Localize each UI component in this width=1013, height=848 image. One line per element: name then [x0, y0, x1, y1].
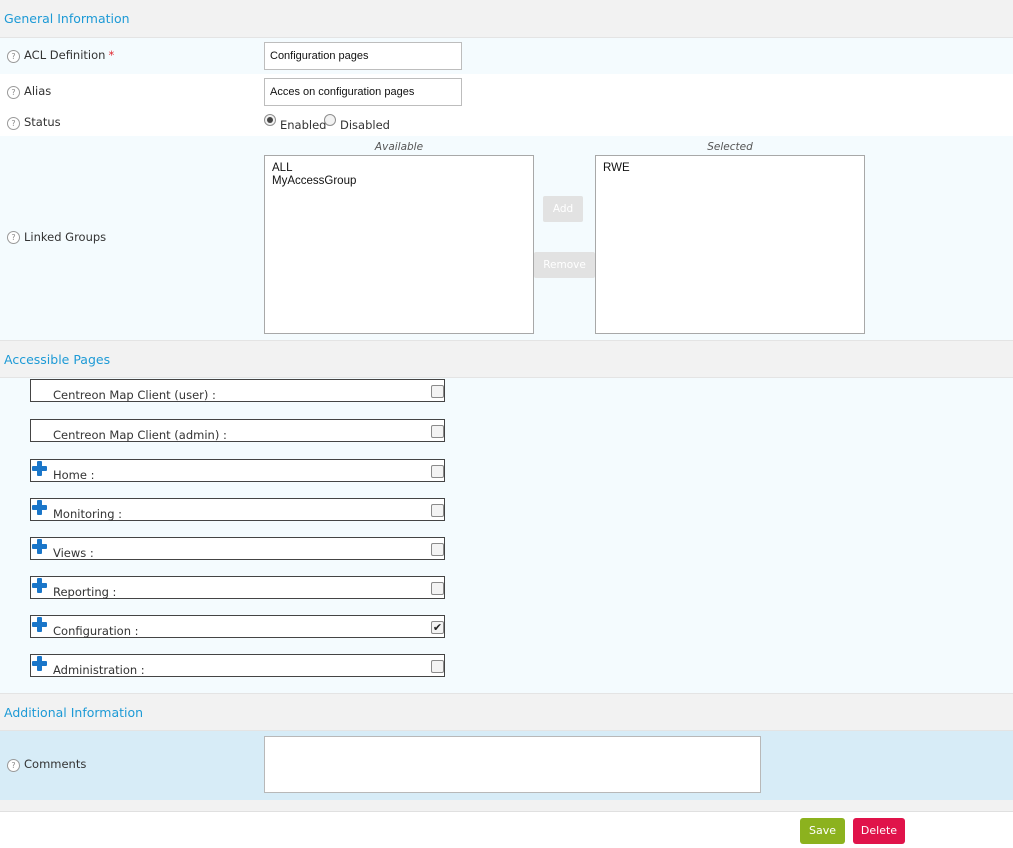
selected-groups-list[interactable]: RWE [595, 155, 865, 334]
section-title: General Information [4, 11, 130, 26]
status-enabled-label[interactable]: Enabled [280, 118, 326, 132]
section-title: Accessible Pages [4, 352, 111, 367]
page-checkbox[interactable] [431, 504, 444, 517]
page-checkbox[interactable] [431, 465, 444, 478]
page-item-monitoring: Monitoring : [30, 498, 445, 521]
page-checkbox[interactable] [431, 660, 444, 673]
list-item[interactable]: ALL [272, 162, 533, 175]
section-accessible-pages: Accessible Pages [0, 340, 1013, 378]
page-checkbox[interactable] [431, 425, 444, 438]
acl-definition-input[interactable] [264, 42, 462, 70]
comments-textarea[interactable] [264, 736, 761, 793]
help-icon[interactable]: ? [7, 86, 20, 99]
status-enabled-radio[interactable] [264, 114, 276, 126]
comments-label: Comments [24, 757, 87, 771]
page-item-centreon-map-client-admin: Centreon Map Client (admin) : [30, 419, 445, 442]
acl-definition-label-text: ACL Definition [24, 48, 106, 62]
page-checkbox[interactable] [431, 582, 444, 595]
status-disabled-radio[interactable] [324, 114, 336, 126]
footer-divider [0, 800, 1013, 812]
page-name: Reporting : [53, 585, 117, 599]
linked-groups-label: Linked Groups [24, 230, 107, 244]
plus-bar [37, 539, 42, 554]
help-icon[interactable]: ? [7, 231, 20, 244]
section-title: Additional Information [4, 705, 144, 720]
page-name: Configuration : [53, 624, 139, 638]
plus-bar [37, 500, 42, 515]
list-item[interactable]: RWE [603, 162, 864, 175]
page-item-centreon-map-client-user: Centreon Map Client (user) : [30, 379, 445, 402]
status-label: Status [24, 115, 61, 129]
expand-plus-icon[interactable] [32, 617, 47, 632]
acl-definition-row: ? ACL Definition * [0, 38, 1013, 74]
delete-button[interactable]: Delete [853, 818, 905, 844]
page-name: Centreon Map Client (user) : [53, 388, 216, 402]
selected-title: Selected [707, 141, 753, 153]
page-name: Monitoring : [53, 507, 123, 521]
section-general-information: General Information [0, 0, 1013, 38]
alias-input[interactable] [264, 78, 462, 106]
page-item-configuration: Configuration : ✔ [30, 615, 445, 638]
page-name: Views : [53, 546, 94, 560]
page-checkbox[interactable] [431, 543, 444, 556]
acl-definition-label: ACL Definition * [24, 48, 114, 62]
plus-bar [37, 656, 42, 671]
help-icon[interactable]: ? [7, 50, 20, 63]
expand-plus-icon[interactable] [32, 500, 47, 515]
page-item-reporting: Reporting : [30, 576, 445, 599]
available-title: Available [374, 141, 424, 153]
expand-plus-icon[interactable] [32, 461, 47, 476]
help-icon[interactable]: ? [7, 117, 20, 130]
list-item[interactable]: MyAccessGroup [272, 175, 533, 188]
page-name: Home : [53, 468, 95, 482]
page-name: Administration : [53, 663, 145, 677]
linked-groups-row: ? Linked Groups Available ALL MyAccessGr… [0, 136, 1013, 340]
alias-row: ? Alias [0, 74, 1013, 110]
plus-bar [37, 617, 42, 632]
required-mark: * [108, 48, 115, 62]
status-row: ? Status Enabled Disabled [0, 110, 1013, 136]
radio-dot [267, 117, 273, 123]
expand-plus-icon[interactable] [32, 578, 47, 593]
plus-bar [37, 578, 42, 593]
section-additional-information: Additional Information [0, 693, 1013, 731]
remove-button[interactable]: Remove [534, 252, 595, 278]
page-checkbox[interactable] [431, 385, 444, 398]
page-name: Centreon Map Client (admin) : [53, 428, 227, 442]
expand-plus-icon[interactable] [32, 656, 47, 671]
alias-label: Alias [24, 84, 52, 98]
page-item-views: Views : [30, 537, 445, 560]
help-icon[interactable]: ? [7, 759, 20, 772]
page-checkbox-checked[interactable]: ✔ [431, 621, 444, 634]
accessible-pages-panel: Centreon Map Client (user) : Centreon Ma… [0, 378, 1013, 693]
available-groups-list[interactable]: ALL MyAccessGroup [264, 155, 534, 334]
comments-row: ? Comments [0, 731, 1013, 800]
save-button[interactable]: Save [800, 818, 845, 844]
expand-plus-icon[interactable] [32, 539, 47, 554]
status-disabled-label[interactable]: Disabled [340, 118, 390, 132]
add-button[interactable]: Add [543, 196, 583, 222]
page-item-home: Home : [30, 459, 445, 482]
page-item-administration: Administration : [30, 654, 445, 677]
plus-bar [37, 461, 42, 476]
